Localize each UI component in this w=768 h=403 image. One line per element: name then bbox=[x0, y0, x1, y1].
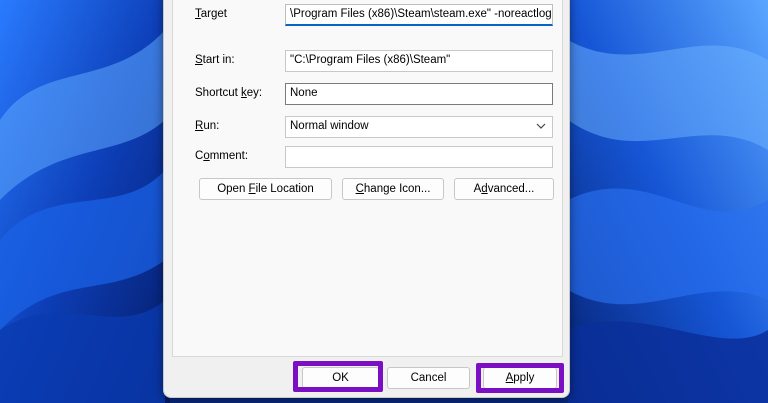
advanced-button[interactable]: Advanced... bbox=[454, 178, 554, 200]
run-select-value: Normal window bbox=[290, 120, 369, 132]
cancel-button[interactable]: Cancel bbox=[387, 367, 470, 389]
properties-dialog: Target \Program Files (x86)\Steam\steam.… bbox=[163, 0, 570, 398]
start-in-label: Start in: bbox=[195, 54, 235, 66]
run-label: Run: bbox=[195, 120, 220, 132]
comment-label: Comment: bbox=[195, 150, 249, 162]
shortcut-key-input[interactable]: None bbox=[285, 83, 553, 105]
start-in-input[interactable]: "C:\Program Files (x86)\Steam" bbox=[285, 50, 553, 72]
target-label: Target bbox=[195, 8, 227, 20]
ok-highlight-box bbox=[293, 361, 383, 392]
shortcut-key-label: Shortcut key: bbox=[195, 87, 263, 99]
comment-input[interactable] bbox=[285, 146, 553, 168]
change-icon-button[interactable]: Change Icon... bbox=[342, 178, 444, 200]
chevron-down-icon bbox=[536, 123, 546, 129]
shortcut-tab-page: Target \Program Files (x86)\Steam\steam.… bbox=[172, 0, 563, 357]
target-input[interactable]: \Program Files (x86)\Steam\steam.exe" -n… bbox=[285, 4, 553, 26]
run-select[interactable]: Normal window bbox=[285, 116, 553, 138]
apply-highlight-box bbox=[476, 363, 564, 393]
open-file-location-button[interactable]: Open File Location bbox=[199, 178, 332, 200]
